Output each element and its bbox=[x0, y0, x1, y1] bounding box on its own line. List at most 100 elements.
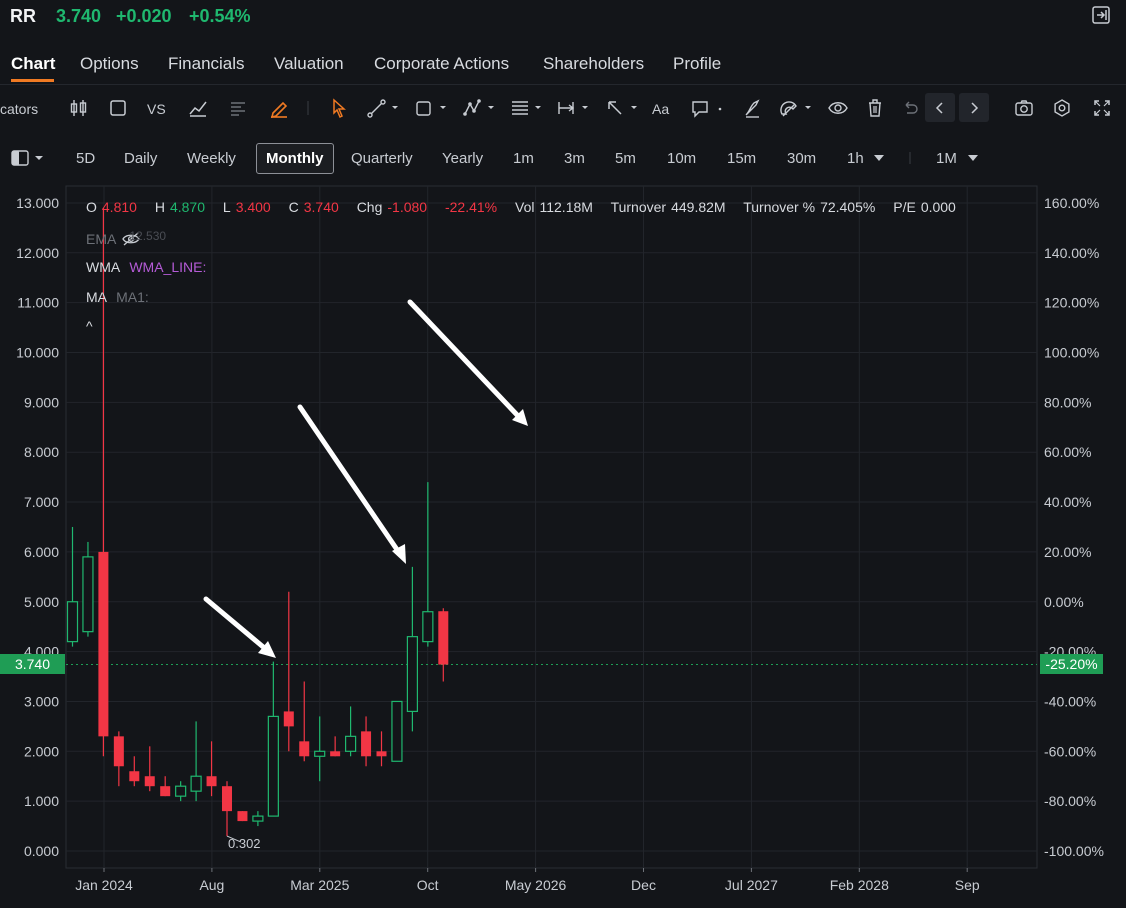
chevron-down-icon[interactable] bbox=[873, 153, 885, 163]
text-tool-button[interactable]: Aa bbox=[652, 97, 669, 121]
scroll-right-button[interactable] bbox=[959, 93, 989, 122]
period-1m[interactable]: 1m bbox=[513, 150, 534, 167]
x-tick-label: Mar 2025 bbox=[290, 877, 349, 893]
magnet-tool-icon[interactable] bbox=[779, 96, 815, 120]
tab-financials[interactable]: Financials bbox=[168, 54, 245, 74]
indicator-wma[interactable]: WMA WMA_LINE: bbox=[86, 259, 206, 275]
chevron-down-icon[interactable] bbox=[967, 153, 979, 163]
candle-body bbox=[222, 786, 232, 812]
cursor-pointer-icon[interactable] bbox=[329, 96, 349, 120]
period-10m[interactable]: 10m bbox=[667, 150, 696, 167]
y-right-tick-label: -40.00% bbox=[1044, 693, 1096, 709]
close-value: 3.740 bbox=[303, 199, 339, 215]
measure-tool-icon[interactable] bbox=[556, 96, 592, 120]
period-daily[interactable]: Daily bbox=[124, 150, 157, 167]
candle[interactable] bbox=[391, 700, 403, 762]
candle-body bbox=[113, 736, 124, 767]
brush-tool-icon[interactable] bbox=[742, 96, 762, 120]
tab-valuation[interactable]: Valuation bbox=[274, 54, 344, 74]
trendline-tool-icon[interactable] bbox=[366, 96, 402, 120]
period-3m[interactable]: 3m bbox=[564, 150, 585, 167]
period-weekly[interactable]: Weekly bbox=[187, 150, 236, 167]
candle-body bbox=[330, 751, 341, 757]
collapse-indicators-button[interactable]: ^ bbox=[86, 318, 93, 334]
y-tick-label: 5.000 bbox=[24, 594, 59, 610]
align-lines-icon[interactable] bbox=[228, 96, 248, 120]
chart-trend-icon[interactable] bbox=[187, 96, 209, 120]
period-5d[interactable]: 5D bbox=[76, 150, 95, 167]
x-tick-label: Dec bbox=[631, 877, 656, 893]
y-tick-label: 3.000 bbox=[24, 693, 59, 709]
y-right-tick-label: 140.00% bbox=[1044, 245, 1099, 261]
comment-tool-icon[interactable] bbox=[690, 96, 726, 120]
period-5m[interactable]: 5m bbox=[615, 150, 636, 167]
period-monthly[interactable]: Monthly bbox=[256, 143, 334, 174]
close-label: C bbox=[288, 199, 299, 215]
period-15m[interactable]: 15m bbox=[727, 150, 756, 167]
candle-body bbox=[129, 771, 140, 782]
high-label: H bbox=[154, 199, 165, 215]
candle-body bbox=[391, 700, 403, 762]
visibility-eye-icon[interactable] bbox=[827, 96, 849, 120]
candle-body bbox=[376, 751, 387, 757]
y-tick-label: 0.000 bbox=[24, 843, 59, 859]
x-tick-label: Sep bbox=[955, 877, 980, 893]
tab-chart[interactable]: Chart bbox=[11, 54, 55, 74]
current-pct-tag: -25.20% bbox=[1040, 654, 1103, 674]
shape-tool-icon[interactable] bbox=[414, 96, 450, 120]
period-30m[interactable]: 30m bbox=[787, 150, 816, 167]
scroll-left-button[interactable] bbox=[925, 93, 955, 122]
ticker-symbol: RR bbox=[10, 6, 36, 26]
period-1M-dropdown[interactable]: 1M bbox=[936, 150, 957, 167]
period-yearly[interactable]: Yearly bbox=[442, 150, 483, 167]
candle-body bbox=[345, 735, 357, 752]
tab-shareholders[interactable]: Shareholders bbox=[543, 54, 644, 74]
current-price-tag: 3.740 bbox=[0, 654, 65, 674]
candle-body bbox=[144, 776, 155, 787]
period-1h[interactable]: 1h bbox=[847, 150, 864, 167]
pe-label: P/E bbox=[893, 199, 916, 215]
undo-icon[interactable] bbox=[900, 96, 920, 120]
panel-layout-icon[interactable] bbox=[10, 149, 48, 167]
candlestick-chart[interactable]: 13.000 12.000 11.000 10.000 9.000 8.000 7.000 6… bbox=[0, 184, 1126, 908]
high-value: 4.870 bbox=[169, 199, 205, 215]
low-value: 3.400 bbox=[235, 199, 271, 215]
chg-label: Chg bbox=[356, 199, 383, 215]
y-tick-label: 12.000 bbox=[16, 245, 59, 261]
compare-button[interactable]: VS bbox=[147, 97, 166, 121]
price-change: +0.020 bbox=[116, 6, 172, 26]
period-quarterly[interactable]: Quarterly bbox=[351, 150, 413, 167]
y-tick-label: 9.000 bbox=[24, 394, 59, 410]
layout-icon[interactable] bbox=[108, 96, 128, 120]
x-tick-label: Feb 2028 bbox=[830, 877, 889, 893]
y-right-tick-label: 100.00% bbox=[1044, 345, 1099, 361]
fullscreen-icon[interactable] bbox=[1091, 96, 1113, 120]
y-right-tick-label: -60.00% bbox=[1044, 743, 1096, 759]
indicator-ma[interactable]: MA MA1: bbox=[86, 289, 149, 305]
chg-value: -1.080 bbox=[387, 199, 428, 215]
wma-line-label: WMA_LINE: bbox=[129, 259, 207, 275]
pencil-draw-icon[interactable] bbox=[268, 96, 290, 120]
pattern-tool-icon[interactable] bbox=[462, 96, 498, 120]
exit-icon[interactable] bbox=[1092, 6, 1110, 24]
ema-value: 12.530 bbox=[129, 229, 167, 243]
price-chart[interactable]: 13.000 12.000 11.000 10.000 9.000 8.000 7.000 6… bbox=[0, 184, 1126, 908]
y-right-tick-label: -80.00% bbox=[1044, 793, 1096, 809]
fib-tool-icon[interactable] bbox=[509, 96, 545, 120]
candle[interactable] bbox=[237, 811, 248, 822]
tab-options[interactable]: Options bbox=[80, 54, 139, 74]
tab-profile[interactable]: Profile bbox=[673, 54, 721, 74]
y-tick-label: 8.000 bbox=[24, 444, 59, 460]
candlestick-type-icon[interactable] bbox=[69, 96, 89, 120]
candle-body bbox=[190, 775, 202, 792]
gear-icon[interactable] bbox=[1051, 96, 1073, 120]
period-selector: 5D Daily Weekly Monthly Quarterly Yearly… bbox=[0, 142, 1126, 174]
last-price: 3.740 bbox=[56, 6, 102, 26]
chevron-right-icon bbox=[971, 101, 979, 114]
camera-icon[interactable] bbox=[1013, 96, 1035, 120]
indicator-ema[interactable]: EMA 12.530 bbox=[86, 229, 166, 247]
arrow-tool-icon[interactable] bbox=[605, 96, 641, 120]
trash-icon[interactable] bbox=[865, 96, 885, 120]
tab-corporate-actions[interactable]: Corporate Actions bbox=[374, 54, 509, 74]
indicators-button[interactable]: cators bbox=[0, 97, 38, 121]
